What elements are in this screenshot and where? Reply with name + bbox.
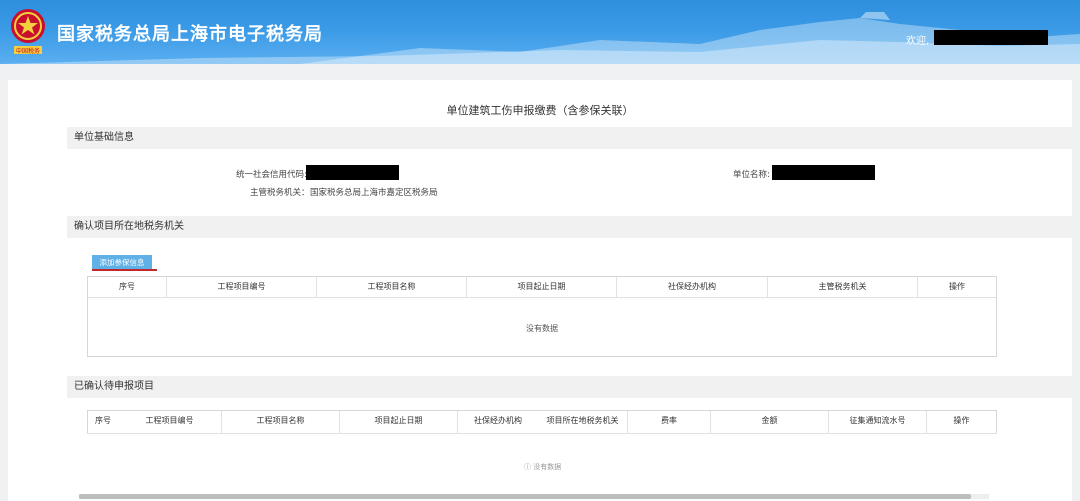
col-project-code[interactable]: 工程项目编号 xyxy=(167,277,317,297)
info-circle-icon: ⓘ xyxy=(524,463,531,471)
col-notice-number[interactable]: 征集通知流水号 xyxy=(829,411,927,433)
tax-authority-value: 国家税务总局上海市嘉定区税务局 xyxy=(310,188,438,198)
welcome-text: 欢迎, xyxy=(906,36,930,47)
pending-empty-label: 没有数据 xyxy=(533,463,562,471)
button-highlight-underline xyxy=(92,269,157,271)
page-title: 单位建筑工伤申报缴费（含参保关联） xyxy=(446,104,634,117)
pending-table: 序号 工程项目编号 工程项目名称 项目起止日期 社保经办机构 项目所在地税务机关… xyxy=(87,410,997,434)
confirm-empty-text: 没有数据 xyxy=(526,324,558,333)
scrollbar-thumb[interactable] xyxy=(79,494,971,499)
col-project-name[interactable]: 工程项目名称 xyxy=(222,411,340,433)
main-panel: 单位建筑工伤申报缴费（含参保关联） 单位基础信息 统一社会信用代码: 单位名称:… xyxy=(8,80,1072,501)
col-project-name[interactable]: 工程项目名称 xyxy=(317,277,467,297)
col-actions[interactable]: 操作 xyxy=(927,411,996,433)
pending-table-header: 序号 工程项目编号 工程项目名称 项目起止日期 社保经办机构 项目所在地税务机关… xyxy=(88,411,996,433)
col-project-code[interactable]: 工程项目编号 xyxy=(118,411,222,433)
tax-emblem-icon: 中国税务 xyxy=(11,9,45,55)
tax-authority-label: 主管税务机关： xyxy=(250,188,310,198)
col-rate[interactable]: 费率 xyxy=(628,411,711,433)
credit-code-redacted xyxy=(306,165,399,180)
top-banner: 中国税务 国家税务总局上海市电子税务局 欢迎, xyxy=(0,0,1080,64)
col-actions[interactable]: 操作 xyxy=(918,277,996,297)
section-confirm-tax-authority: 确认项目所在地税务机关 xyxy=(67,216,1072,238)
horizontal-scrollbar[interactable] xyxy=(79,494,989,499)
section-basic-info: 单位基础信息 xyxy=(67,127,1072,149)
unit-name-label: 单位名称: xyxy=(733,170,770,180)
unit-name-redacted xyxy=(772,165,875,180)
section-pending-projects: 已确认待申报项目 xyxy=(67,376,1072,398)
col-tax-authority[interactable]: 项目所在地税务机关 xyxy=(538,411,628,433)
col-index[interactable]: 序号 xyxy=(88,277,167,297)
col-amount[interactable]: 金额 xyxy=(711,411,829,433)
col-project-dates[interactable]: 项目起止日期 xyxy=(467,277,617,297)
pending-empty-text: ⓘ 没有数据 xyxy=(524,462,561,472)
col-social-agency[interactable]: 社保经办机构 xyxy=(617,277,768,297)
col-tax-authority[interactable]: 主管税务机关 xyxy=(768,277,918,297)
site-title: 国家税务总局上海市电子税务局 xyxy=(57,24,323,45)
col-social-agency[interactable]: 社保经办机构 xyxy=(458,411,538,433)
confirm-table-header: 序号 工程项目编号 工程项目名称 项目起止日期 社保经办机构 主管税务机关 操作 xyxy=(88,277,996,298)
col-index[interactable]: 序号 xyxy=(88,411,118,433)
col-project-dates[interactable]: 项目起止日期 xyxy=(340,411,458,433)
add-insurance-info-button[interactable]: 添加参保信息 xyxy=(92,255,152,270)
username-redacted xyxy=(934,30,1048,45)
credit-code-label: 统一社会信用代码: xyxy=(236,170,307,180)
svg-text:中国税务: 中国税务 xyxy=(16,47,40,55)
confirm-table: 序号 工程项目编号 工程项目名称 项目起止日期 社保经办机构 主管税务机关 操作 xyxy=(87,276,997,357)
